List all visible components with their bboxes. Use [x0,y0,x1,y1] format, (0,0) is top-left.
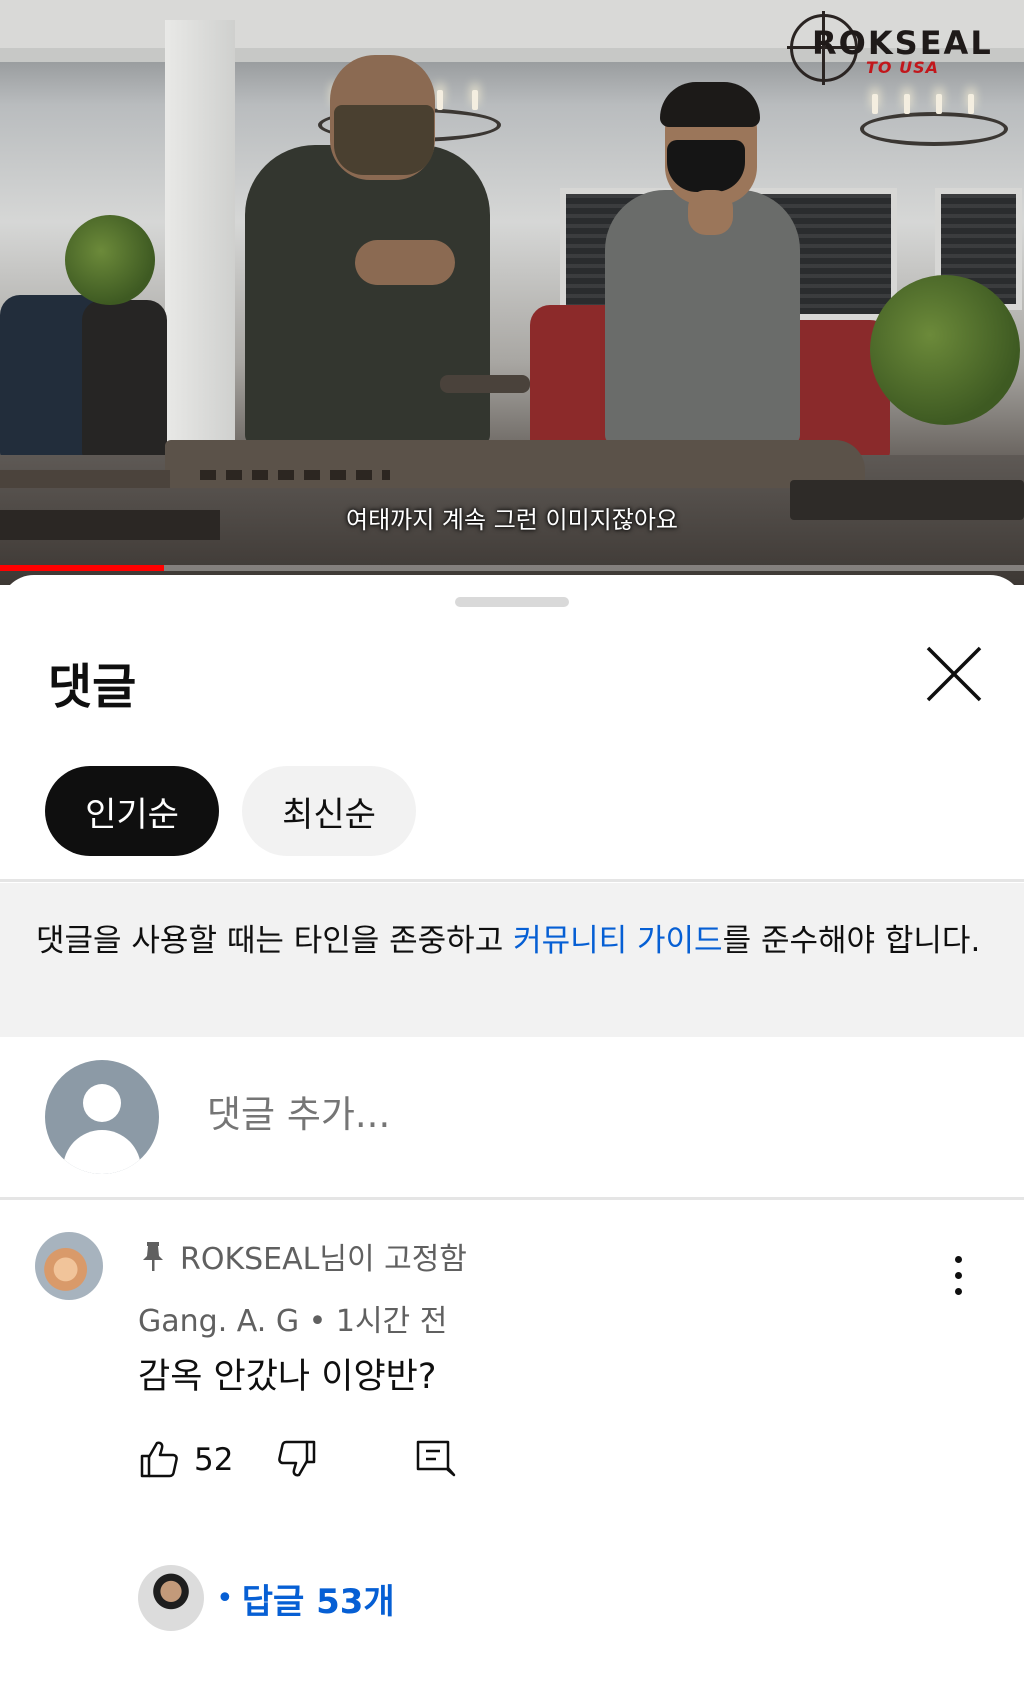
person-right-mask [667,140,745,192]
like-icon[interactable] [138,1438,180,1480]
comments-title: 댓글 [48,659,137,715]
notice-text-before: 댓글을 사용할 때는 타인을 존중하고 [36,923,514,959]
scene-plant [65,215,155,305]
add-comment-row [0,1037,1024,1197]
like-count: 52 [194,1442,234,1478]
person-left-arm [355,240,455,285]
comment-time: 1시간 전 [335,1304,448,1339]
user-avatar[interactable] [45,1060,159,1174]
sort-chip-label: 인기순 [85,794,179,835]
add-comment-input[interactable] [205,1083,969,1145]
video-progress-fill [0,565,164,571]
drag-handle[interactable] [455,597,569,607]
scene-plant [870,275,1020,425]
view-replies-button[interactable]: • 답글 53개 [138,1562,395,1634]
replies-count: 답글 53개 [241,1581,395,1622]
community-notice: 댓글을 사용할 때는 타인을 존중하고 커뮤니티 가이드를 준수해야 합니다. [0,883,1024,1037]
meta-separator: • [308,1304,327,1339]
video-player[interactable]: ROKSEAL TO USA 여태까지 계속 그런 이미지잖아요 [0,0,1024,585]
comment-thread: ROKSEAL님이 고정함 Gang. A. G • 1시간 전 감옥 안갔나 … [0,1200,1024,1682]
watermark-sub: TO USA [866,58,939,77]
scene-rifle-holes [200,470,390,480]
reply-author-avatar [138,1565,204,1631]
scene-rifle [165,440,865,488]
person-right-hand [688,190,733,235]
notice-text-after: 를 준수해야 합니다. [722,923,981,959]
commenter-avatar[interactable] [35,1232,103,1300]
close-icon [926,646,982,702]
comment-meta: Gang. A. G • 1시간 전 [138,1296,447,1340]
scene-rifle-barrel [0,470,170,488]
close-button[interactable] [922,642,986,706]
comment-author[interactable]: Gang. A. G [138,1304,299,1339]
video-subtitle: 여태까지 계속 그런 이미지잖아요 [345,506,678,534]
dislike-icon[interactable] [276,1438,318,1480]
scene-chair [82,300,167,460]
replies-dot: • [216,1580,234,1616]
pinned-label: ROKSEAL님이 고정함 [140,1234,467,1278]
pinned-text: ROKSEAL님이 고정함 [180,1242,467,1277]
sort-chip-newest[interactable]: 최신순 [242,766,416,856]
watermark-main: ROKSEAL [812,24,993,62]
notice-text: 댓글을 사용할 때는 타인을 존중하고 커뮤니티 가이드를 준수해야 합니다. [36,921,986,961]
person-left-body [245,145,490,445]
person-right-hair [660,82,760,127]
scene-pillar [165,20,235,460]
reply-icon[interactable] [414,1438,456,1480]
video-progress-bar[interactable] [0,565,1024,571]
sort-chip-top[interactable]: 인기순 [45,766,219,856]
scene-rifle-handle [440,375,530,393]
community-guidelines-link[interactable]: 커뮤니티 가이드 [513,923,723,959]
divider [0,879,1024,882]
comment-text: 감옥 안갔나 이양반? [138,1357,437,1397]
more-options-button[interactable] [940,1246,976,1306]
sort-chip-label: 최신순 [282,794,376,835]
pin-icon [143,1242,163,1271]
person-left-mask [334,105,434,175]
scene-chandelier [860,94,1008,146]
channel-watermark: ROKSEAL TO USA [787,11,1000,85]
